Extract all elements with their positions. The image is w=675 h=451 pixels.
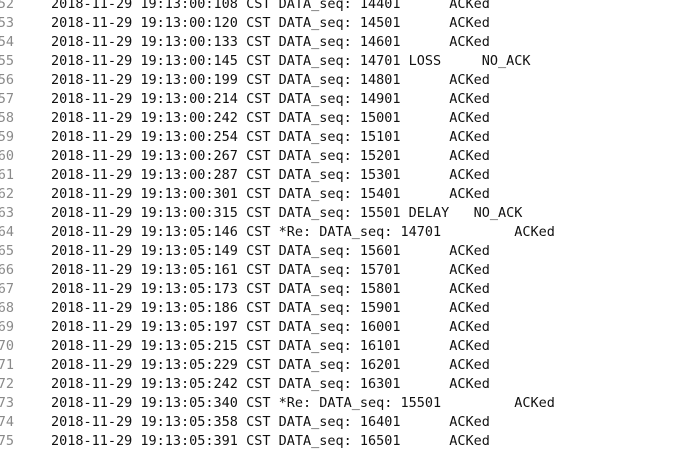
log-line: 63 2018-11-29 19:13:00:315 CST DATA_seq: … [0,204,675,223]
log-text: 2018-11-29 19:13:00:145 CST DATA_seq: 14… [51,53,531,69]
line-number: 72 [0,376,14,392]
log-text: 2018-11-29 19:13:00:199 CST DATA_seq: 14… [51,72,490,88]
line-number: 55 [0,53,14,69]
log-text: 2018-11-29 19:13:05:149 CST DATA_seq: 15… [51,243,490,259]
line-number: 75 [0,433,14,449]
log-text: 2018-11-29 19:13:05:391 CST DATA_seq: 16… [51,433,490,449]
log-line: 54 2018-11-29 19:13:00:133 CST DATA_seq: … [0,33,675,52]
log-line: 64 2018-11-29 19:13:05:146 CST *Re: DATA_… [0,223,675,242]
line-number: 64 [0,224,14,240]
log-text: 2018-11-29 19:13:05:340 CST *Re: DATA_se… [51,395,555,411]
log-line: 55 2018-11-29 19:13:00:145 CST DATA_seq: … [0,52,675,71]
log-text: 2018-11-29 19:13:05:197 CST DATA_seq: 16… [51,319,490,335]
log-line: 73 2018-11-29 19:13:05:340 CST *Re: DATA_… [0,394,675,413]
line-number: 68 [0,300,14,316]
log-text: 2018-11-29 19:13:00:267 CST DATA_seq: 15… [51,148,490,164]
log-line: 69 2018-11-29 19:13:05:197 CST DATA_seq: … [0,318,675,337]
log-text: 2018-11-29 19:13:00:214 CST DATA_seq: 14… [51,91,490,107]
line-number: 61 [0,167,14,183]
log-text: 2018-11-29 19:13:05:186 CST DATA_seq: 15… [51,300,490,316]
log-line: 66 2018-11-29 19:13:05:161 CST DATA_seq: … [0,261,675,280]
log-line: 72 2018-11-29 19:13:05:242 CST DATA_seq: … [0,375,675,394]
log-text: 2018-11-29 19:13:00:108 CST DATA_seq: 14… [51,0,490,12]
line-number: 66 [0,262,14,278]
log-line: 52 2018-11-29 19:13:00:108 CST DATA_seq: … [0,0,675,14]
line-number: 67 [0,281,14,297]
log-line: 60 2018-11-29 19:13:00:267 CST DATA_seq: … [0,147,675,166]
line-number: 73 [0,395,14,411]
line-number: 59 [0,129,14,145]
log-text: 2018-11-29 19:13:05:242 CST DATA_seq: 16… [51,376,490,392]
log-text: 2018-11-29 19:13:00:287 CST DATA_seq: 15… [51,167,490,183]
log-line: 67 2018-11-29 19:13:05:173 CST DATA_seq: … [0,280,675,299]
log-text: 2018-11-29 19:13:00:301 CST DATA_seq: 15… [51,186,490,202]
line-number: 69 [0,319,14,335]
line-number: 58 [0,110,14,126]
log-line: 62 2018-11-29 19:13:00:301 CST DATA_seq: … [0,185,675,204]
line-number: 70 [0,338,14,354]
log-text: 2018-11-29 19:13:05:229 CST DATA_seq: 16… [51,357,490,373]
line-number: 62 [0,186,14,202]
line-number: 63 [0,205,14,221]
log-text: 2018-11-29 19:13:05:146 CST *Re: DATA_se… [51,224,555,240]
log-text: 2018-11-29 19:13:00:133 CST DATA_seq: 14… [51,34,490,50]
line-number: 71 [0,357,14,373]
line-number: 56 [0,72,14,88]
log-line: 68 2018-11-29 19:13:05:186 CST DATA_seq: … [0,299,675,318]
log-text: 2018-11-29 19:13:05:215 CST DATA_seq: 16… [51,338,490,354]
line-number: 53 [0,15,14,31]
log-text: 2018-11-29 19:13:00:120 CST DATA_seq: 14… [51,15,490,31]
log-text: 2018-11-29 19:13:05:358 CST DATA_seq: 16… [51,414,490,430]
line-number: 65 [0,243,14,259]
log-viewer[interactable]: 52 2018-11-29 19:13:00:108 CST DATA_seq: … [0,0,675,451]
line-number: 74 [0,414,14,430]
log-line: 74 2018-11-29 19:13:05:358 CST DATA_seq: … [0,413,675,432]
log-line: 57 2018-11-29 19:13:00:214 CST DATA_seq: … [0,90,675,109]
log-line: 75 2018-11-29 19:13:05:391 CST DATA_seq: … [0,432,675,451]
log-line: 70 2018-11-29 19:13:05:215 CST DATA_seq: … [0,337,675,356]
log-line: 56 2018-11-29 19:13:00:199 CST DATA_seq: … [0,71,675,90]
log-line: 61 2018-11-29 19:13:00:287 CST DATA_seq: … [0,166,675,185]
log-line: 65 2018-11-29 19:13:05:149 CST DATA_seq: … [0,242,675,261]
log-line: 58 2018-11-29 19:13:00:242 CST DATA_seq: … [0,109,675,128]
line-number: 54 [0,34,14,50]
log-line: 53 2018-11-29 19:13:00:120 CST DATA_seq: … [0,14,675,33]
log-text: 2018-11-29 19:13:00:254 CST DATA_seq: 15… [51,129,490,145]
line-number: 52 [0,0,14,12]
log-text: 2018-11-29 19:13:05:161 CST DATA_seq: 15… [51,262,490,278]
log-text: 2018-11-29 19:13:05:173 CST DATA_seq: 15… [51,281,490,297]
line-number: 60 [0,148,14,164]
line-number: 57 [0,91,14,107]
log-line: 71 2018-11-29 19:13:05:229 CST DATA_seq: … [0,356,675,375]
log-line: 59 2018-11-29 19:13:00:254 CST DATA_seq: … [0,128,675,147]
log-text: 2018-11-29 19:13:00:242 CST DATA_seq: 15… [51,110,490,126]
log-text: 2018-11-29 19:13:00:315 CST DATA_seq: 15… [51,205,523,221]
